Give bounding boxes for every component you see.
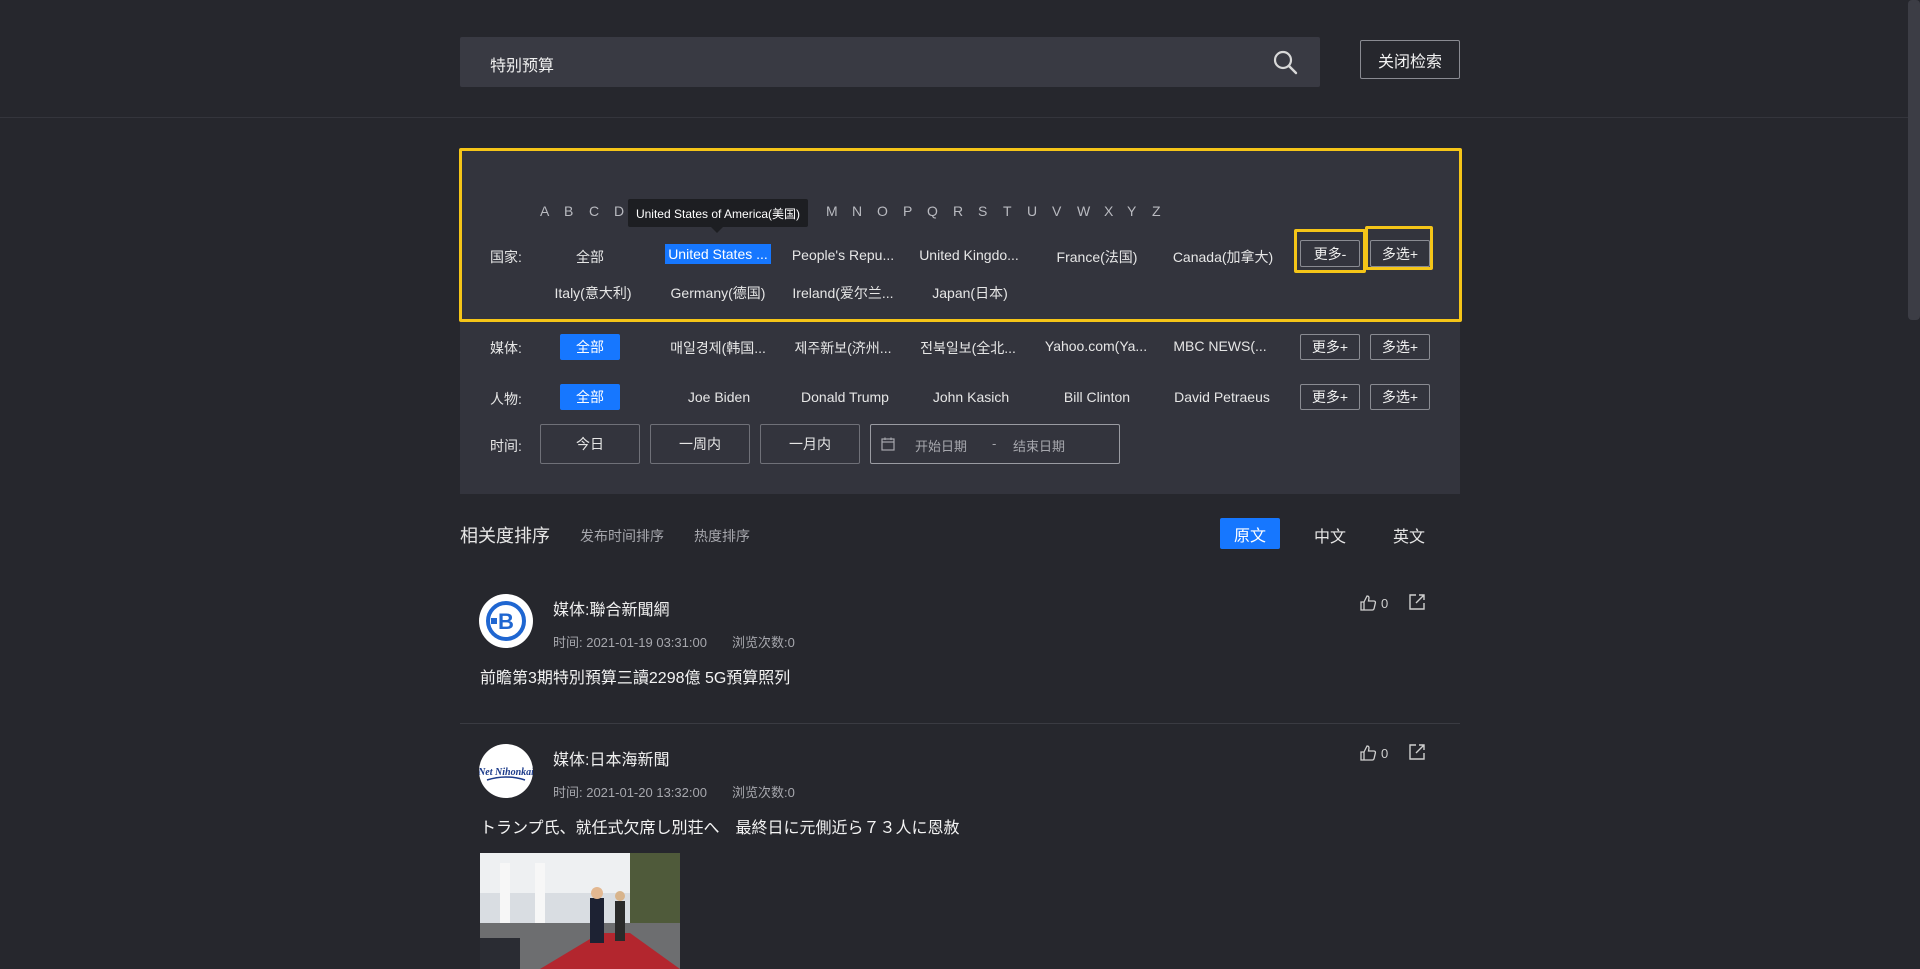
media-name[interactable]: 媒体:日本海新聞 — [553, 746, 669, 770]
like-count: 0 — [1381, 595, 1389, 611]
search-input[interactable]: 特别预算 — [460, 37, 1320, 87]
svg-text:B: B — [498, 609, 514, 634]
media-item[interactable]: 제주新보(济州... — [790, 338, 896, 358]
media-avatar: Net Nihonkai — [479, 744, 533, 798]
publish-time: 时间: 2021-01-20 13:32:00 — [553, 785, 707, 800]
close-search-button[interactable]: 关闭检索 — [1360, 40, 1460, 79]
media-item[interactable]: 전북일보(全北... — [915, 338, 1021, 358]
multi-select-persons-button[interactable]: 多选+ — [1370, 384, 1430, 410]
media-label: 媒体: — [490, 340, 522, 356]
media-item[interactable]: Yahoo.com(Ya... — [1040, 338, 1152, 354]
udn-logo-icon: B — [486, 601, 526, 641]
person-item[interactable]: Bill Clinton — [1050, 389, 1144, 405]
start-date-input[interactable]: 开始日期 — [915, 436, 967, 455]
view-count: 浏览次数:0 — [732, 635, 795, 650]
media-name[interactable]: 媒体:聯合新聞網 — [553, 596, 669, 620]
scrollbar[interactable] — [1908, 0, 1920, 320]
person-all[interactable]: 全部 — [560, 384, 620, 410]
time-week-button[interactable]: 一周内 — [650, 424, 750, 464]
article-thumbnail[interactable] — [480, 853, 680, 969]
sort-popularity[interactable]: 热度排序 — [694, 526, 750, 546]
view-count: 浏览次数:0 — [732, 785, 795, 800]
media-all[interactable]: 全部 — [560, 334, 620, 360]
person-label: 人物: — [490, 391, 522, 407]
person-item[interactable]: John Kasich — [920, 389, 1022, 405]
media-item[interactable]: MBC NEWS(... — [1165, 338, 1275, 354]
media-item[interactable]: 매일경제(韩国... — [662, 338, 774, 358]
person-item[interactable]: Joe Biden — [670, 389, 768, 405]
person-item[interactable]: David Petraeus — [1165, 389, 1279, 405]
time-month-button[interactable]: 一月内 — [760, 424, 860, 464]
lang-chinese-button[interactable]: 中文 — [1314, 523, 1346, 547]
more-persons-button[interactable]: 更多+ — [1300, 384, 1360, 410]
date-range-picker[interactable]: 开始日期 - 结束日期 — [870, 424, 1120, 464]
nihonkai-logo-icon: Net Nihonkai — [479, 767, 533, 781]
date-separator: - — [992, 436, 997, 451]
end-date-input[interactable]: 结束日期 — [1013, 436, 1065, 455]
person-item[interactable]: Donald Trump — [790, 389, 900, 405]
country-filter-highlight — [459, 148, 1462, 322]
article-title[interactable]: トランプ氏、就任式欠席し別荘へ 最終日に元側近ら７３人に恩赦 — [480, 814, 960, 838]
thumbs-up-icon — [1360, 595, 1377, 611]
like-button[interactable]: 0 — [1359, 594, 1388, 612]
publish-time: 时间: 2021-01-19 03:31:00 — [553, 635, 707, 650]
time-today-button[interactable]: 今日 — [540, 424, 640, 464]
lang-original-button[interactable]: 原文 — [1220, 518, 1280, 549]
like-count: 0 — [1381, 745, 1389, 761]
share-icon[interactable] — [1408, 743, 1426, 766]
more-media-button[interactable]: 更多+ — [1300, 334, 1360, 360]
lang-english-button[interactable]: 英文 — [1393, 523, 1425, 547]
thumbs-up-icon — [1360, 745, 1377, 761]
share-icon[interactable] — [1408, 593, 1426, 616]
time-label: 时间: — [490, 438, 522, 454]
search-icon[interactable] — [1272, 49, 1298, 75]
multi-select-media-button[interactable]: 多选+ — [1370, 334, 1430, 360]
media-avatar: B — [479, 594, 533, 648]
article-title[interactable]: 前瞻第3期特別預算三讀2298億 5G預算照列 — [480, 664, 790, 688]
sort-publish-time[interactable]: 发布时间排序 — [580, 526, 664, 546]
calendar-icon — [881, 437, 895, 454]
sort-relevance[interactable]: 相关度排序 — [460, 522, 550, 548]
like-button[interactable]: 0 — [1359, 744, 1388, 762]
result-divider — [460, 723, 1460, 724]
search-query: 特别预算 — [490, 58, 555, 75]
